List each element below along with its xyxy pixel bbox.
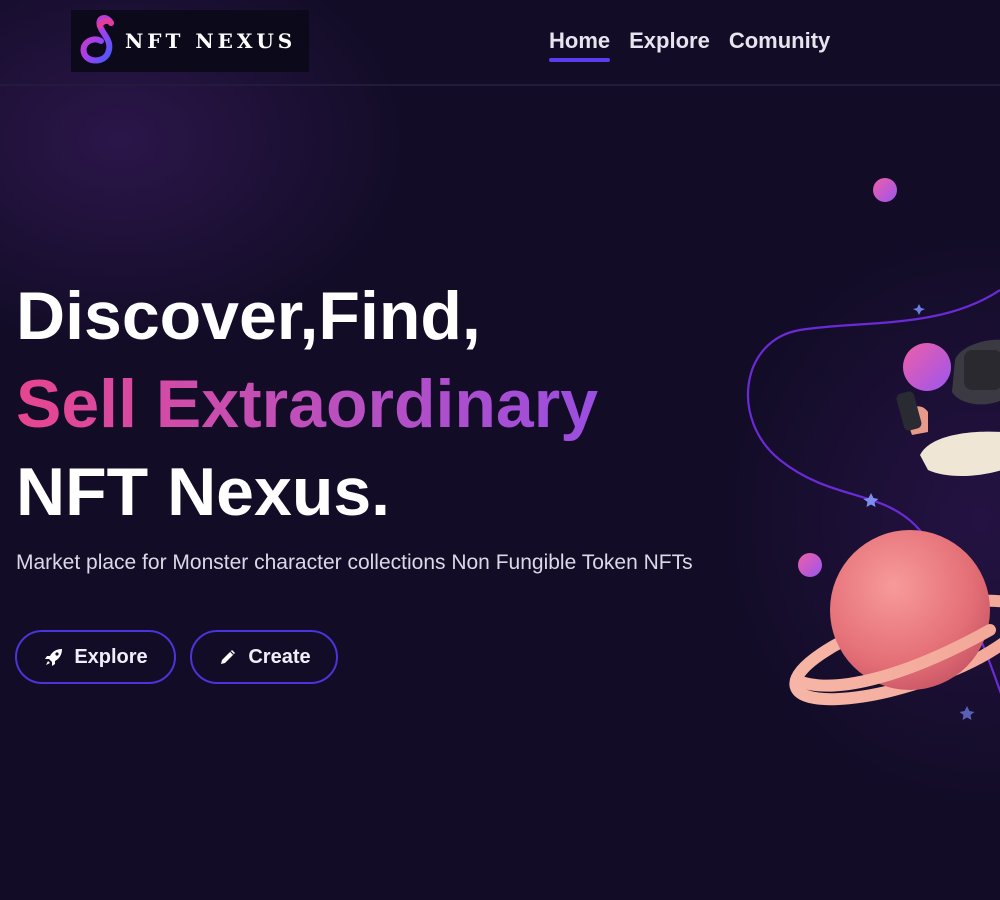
hero-illustration [740,160,1000,740]
hero-title-line2: Sell Extraordinary [16,360,598,448]
hero-title-line1: Discover,Find, [16,278,481,354]
hero-actions: Explore Create [15,630,338,684]
explore-button-label: Explore [74,645,148,668]
hero-title-line3: NFT Nexus. [16,454,391,530]
hero-subtitle: Market place for Monster character colle… [16,551,693,574]
rocket-icon [43,646,65,668]
site-header: NFT NEXUS Home Explore Comunity [0,0,1000,86]
brand-name: NFT NEXUS [125,29,297,53]
nav-home[interactable]: Home [549,28,611,62]
hero-title: Discover,Find, Sell Extraordinary NFT Ne… [16,272,598,536]
create-button-label: Create [248,645,311,668]
nav-community[interactable]: Comunity [729,28,830,62]
infinity-loop-icon [73,11,125,71]
create-button[interactable]: Create [190,630,338,684]
page: NFT NEXUS Home Explore Comunity Discover… [0,0,1000,900]
pencil-icon [217,646,239,668]
main-nav: Home Explore Comunity [549,28,849,62]
brand-logo[interactable]: NFT NEXUS [71,10,309,72]
explore-button[interactable]: Explore [15,630,176,684]
nav-explore[interactable]: Explore [629,28,710,62]
